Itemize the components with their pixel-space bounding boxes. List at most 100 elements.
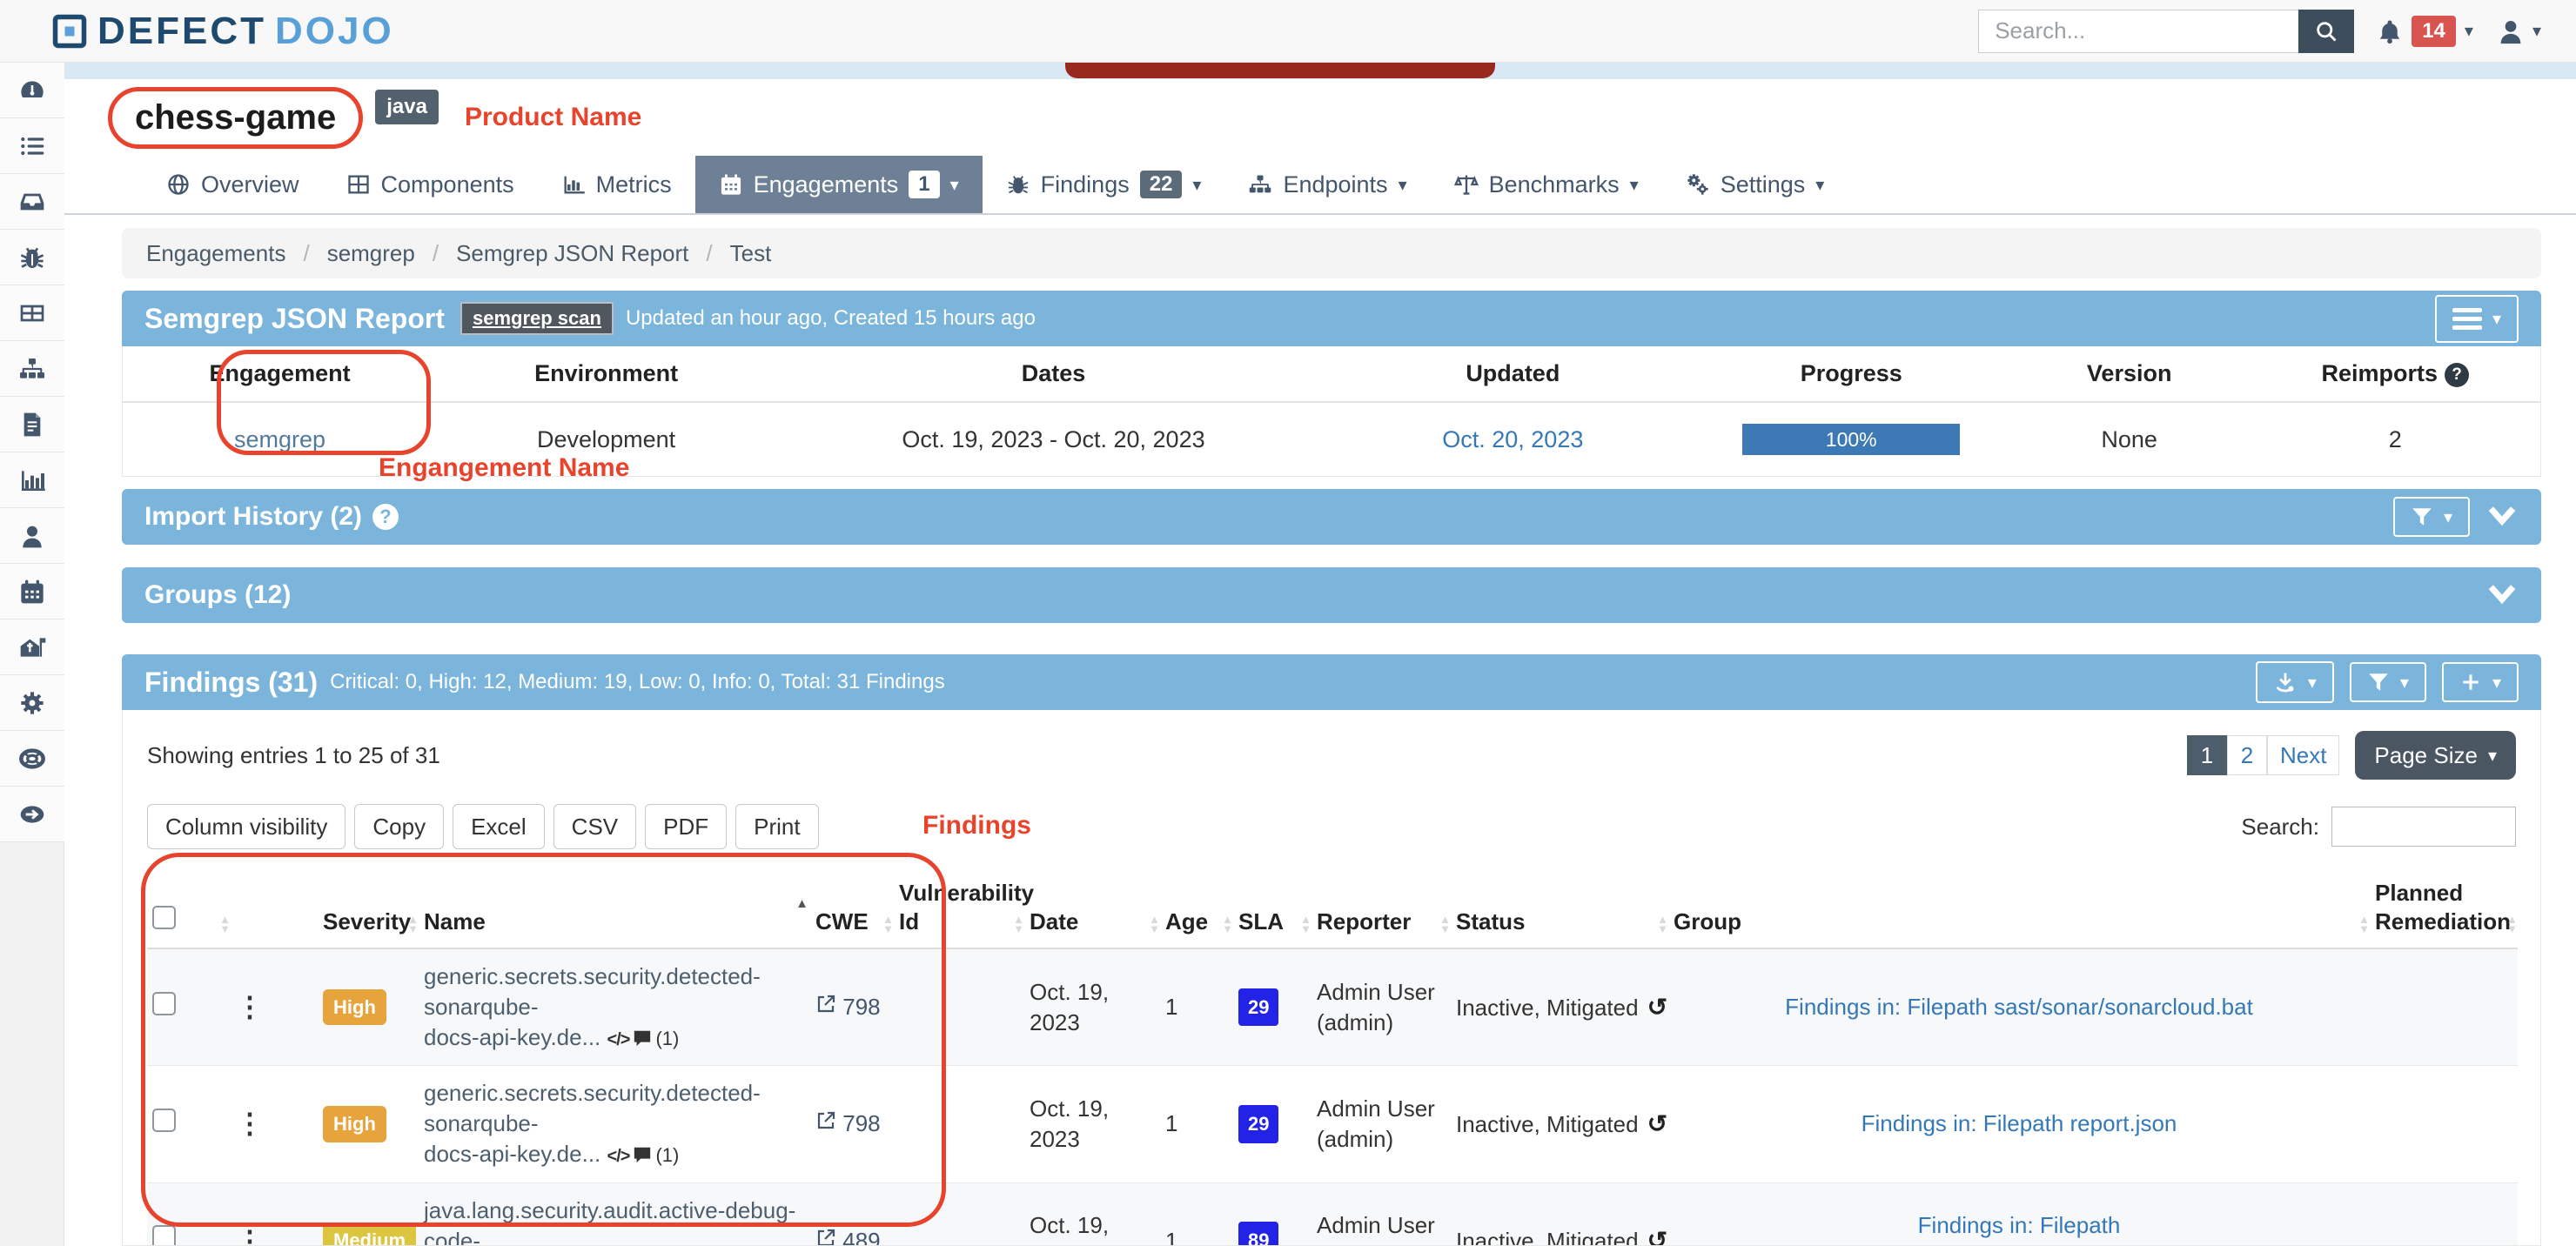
severity-badge: Medium — [323, 1223, 416, 1246]
col-date[interactable]: Date▲▼ — [1024, 870, 1160, 948]
groups-bar[interactable]: Groups (12) — [122, 567, 2541, 623]
tab-benchmarks[interactable]: Benchmarks ▾ — [1431, 156, 1662, 213]
sidebar-item-bug[interactable] — [0, 230, 64, 285]
findings-add-button[interactable]: ▾ — [2442, 662, 2519, 702]
question-icon[interactable]: ? — [372, 504, 399, 530]
table-search-input[interactable] — [2331, 807, 2516, 847]
global-search-input[interactable] — [1978, 10, 2298, 53]
group-link[interactable]: Findings in: Filepath report.json — [1862, 1110, 2177, 1136]
row-checkbox[interactable] — [152, 1225, 176, 1246]
sidebar-item-users[interactable] — [0, 508, 64, 564]
finding-name-link[interactable]: generic.secrets.security.detected-sonarq… — [424, 1080, 761, 1167]
cwe-value[interactable]: 798 — [842, 1110, 880, 1136]
history-icon[interactable]: ↺ — [1647, 994, 1667, 1021]
next-page-button[interactable]: Next — [2267, 735, 2339, 775]
breadcrumb-engagements[interactable]: Engagements — [146, 240, 285, 267]
gear-icon — [1686, 172, 1710, 197]
findings-download-button[interactable]: ▾ — [2256, 661, 2334, 703]
question-icon[interactable]: ? — [2445, 363, 2469, 387]
external-link-icon[interactable] — [815, 1228, 836, 1246]
tab-settings[interactable]: Settings ▾ — [1662, 156, 1848, 213]
page-2-button[interactable]: 2 — [2227, 735, 2267, 775]
sidebar-item-logout[interactable] — [0, 787, 64, 842]
copy-button[interactable]: Copy — [354, 804, 444, 849]
collapse-chevron[interactable] — [2485, 576, 2519, 615]
sort-icons[interactable]: ▲▼ — [219, 914, 231, 934]
col-reporter[interactable]: Reporter▲▼ — [1311, 870, 1451, 948]
col-cwe[interactable]: CWE▲▼ — [810, 870, 894, 948]
global-search-button[interactable] — [2298, 10, 2354, 53]
group-link[interactable]: Findings in: Filepath sast/sonar/sonarcl… — [1785, 994, 2253, 1020]
import-history-filter-button[interactable]: ▾ — [2393, 497, 2470, 537]
sidebar-item-settings[interactable] — [0, 675, 64, 731]
sidebar-item-calendar[interactable] — [0, 564, 64, 620]
col-severity[interactable]: Severity▲▼ — [318, 870, 419, 948]
sidebar-item-regulations[interactable] — [0, 620, 64, 675]
select-all-checkbox[interactable] — [152, 906, 176, 929]
kebab-menu-icon[interactable]: ⋮ — [236, 1225, 264, 1246]
defectdojo-logo[interactable]: DEFECTDOJO — [50, 10, 394, 53]
tab-overview[interactable]: Overview — [143, 156, 323, 213]
sidebar-item-metrics[interactable] — [0, 452, 64, 508]
kebab-menu-icon[interactable]: ⋮ — [236, 991, 264, 1022]
cwe-value[interactable]: 489 — [842, 1228, 880, 1246]
col-group[interactable]: Group▲▼ — [1668, 870, 2370, 948]
history-icon[interactable]: ↺ — [1647, 1227, 1667, 1246]
engagement-link[interactable]: semgrep — [234, 426, 325, 452]
print-button[interactable]: Print — [735, 804, 818, 849]
excel-button[interactable]: Excel — [453, 804, 545, 849]
tab-engagements[interactable]: Engagements 1 ▾ — [695, 156, 983, 213]
findings-header-bar: Findings (31) Critical: 0, High: 12, Med… — [122, 654, 2541, 710]
breadcrumb-semgrep[interactable]: semgrep — [327, 240, 415, 267]
sidebar-item-list[interactable] — [0, 118, 64, 174]
pdf-button[interactable]: PDF — [645, 804, 727, 849]
col-sla[interactable]: SLA▲▼ — [1233, 870, 1311, 948]
col-status[interactable]: Status▲▼ — [1451, 870, 1668, 948]
csv-button[interactable]: CSV — [553, 804, 636, 849]
tab-findings[interactable]: Findings 22 ▾ — [983, 156, 1225, 213]
cwe-value[interactable]: 798 — [842, 994, 880, 1020]
notifications-menu[interactable]: 14 ▾ — [2377, 16, 2473, 47]
col-vulnerability-id[interactable]: Vulnerability Id▲▼ — [894, 870, 1024, 948]
version-value: None — [2009, 402, 2251, 476]
findings-filter-button[interactable]: ▾ — [2350, 662, 2426, 702]
import-history-bar[interactable]: Import History (2) ? ▾ — [122, 489, 2541, 545]
comment-icon[interactable] — [633, 1028, 652, 1048]
tab-endpoints[interactable]: Endpoints ▾ — [1224, 156, 1430, 213]
history-icon[interactable]: ↺ — [1647, 1110, 1667, 1137]
col-age[interactable]: Age▲▼ — [1160, 870, 1233, 948]
collapse-chevron[interactable] — [2485, 498, 2519, 537]
external-link-icon[interactable] — [815, 994, 836, 1015]
comment-icon[interactable] — [633, 1145, 652, 1164]
sidebar-item-support[interactable] — [0, 731, 64, 787]
sidebar-item-endpoints[interactable] — [0, 341, 64, 397]
col-name[interactable]: Name▲ — [419, 870, 810, 948]
kebab-menu-icon[interactable]: ⋮ — [236, 1108, 264, 1139]
page-size-button[interactable]: Page Size ▾ — [2355, 731, 2516, 780]
tab-metrics[interactable]: Metrics — [538, 156, 695, 213]
row-checkbox[interactable] — [152, 992, 176, 1015]
column-visibility-button[interactable]: Column visibility — [147, 804, 345, 849]
breadcrumb-test[interactable]: Test — [730, 240, 772, 267]
user-menu[interactable]: ▾ — [2496, 17, 2541, 46]
group-link[interactable]: Findings in: Filepath src/main/java/core… — [1731, 1212, 2307, 1246]
report-menu-button[interactable]: ▾ — [2435, 295, 2519, 343]
finding-name-link[interactable]: generic.secrets.security.detected-sonarq… — [424, 963, 761, 1050]
status-value: Inactive, Mitigated↺ — [1451, 948, 1668, 1066]
page-1-button[interactable]: 1 — [2187, 735, 2227, 775]
product-name[interactable]: chess-game — [135, 98, 336, 137]
sidebar-item-components[interactable] — [0, 285, 64, 341]
sidebar-item-reports[interactable] — [0, 397, 64, 452]
row-checkbox[interactable] — [152, 1109, 176, 1132]
finding-name-link[interactable]: java.lang.security.audit.active-debug-co… — [424, 1197, 795, 1246]
reimports-value: 2 — [2251, 402, 2540, 476]
chevron-down-icon: ▾ — [2492, 672, 2501, 693]
sidebar-item-inbox[interactable] — [0, 174, 64, 230]
updated-link[interactable]: Oct. 20, 2023 — [1442, 426, 1583, 452]
sidebar-item-dashboard[interactable] — [0, 63, 64, 118]
external-link-icon[interactable] — [815, 1110, 836, 1131]
breadcrumb-report[interactable]: Semgrep JSON Report — [456, 240, 688, 267]
tab-components[interactable]: Components — [323, 156, 538, 213]
col-planned-remediation[interactable]: Planned Remediation▲▼ — [2370, 870, 2518, 948]
scan-type-badge[interactable]: semgrep scan — [460, 302, 614, 335]
